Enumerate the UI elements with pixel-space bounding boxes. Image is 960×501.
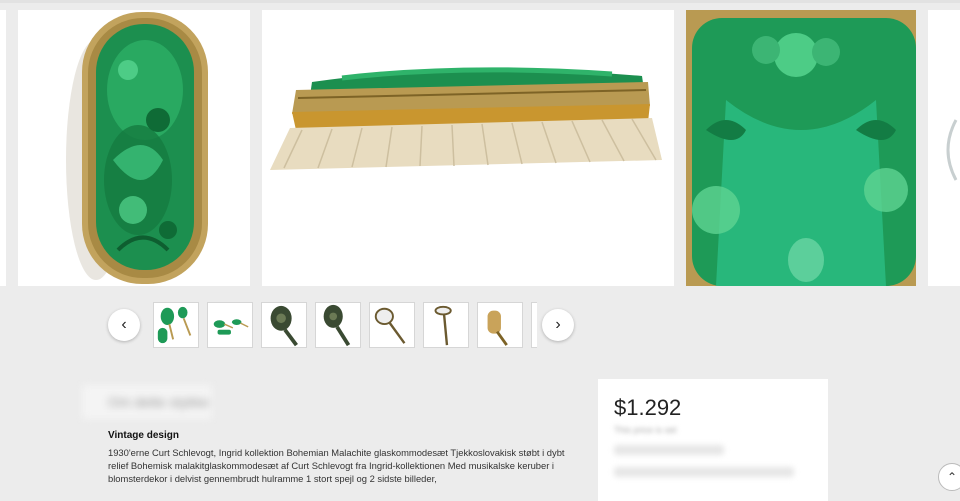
carousel-slide-mirror-detail[interactable] [686, 10, 916, 286]
price-value: $1.292 [614, 395, 682, 420]
partial-slide-image [928, 10, 960, 286]
chevron-up-icon: ⌃ [946, 470, 958, 484]
thumbnail-mirror-back-angle[interactable] [315, 302, 361, 348]
next-button[interactable]: › [542, 309, 574, 341]
thumbnail-set-flat[interactable] [207, 302, 253, 348]
thumbnail-image [374, 307, 406, 344]
thumbnail-image [487, 310, 508, 346]
thumbnail-mirror-back[interactable] [261, 302, 307, 348]
thumbnail-brush[interactable] [477, 302, 523, 348]
price-card: $1.292 This price is set [598, 379, 828, 501]
thumbnail-image [157, 306, 192, 344]
thumbnail-mirror-front[interactable] [369, 302, 415, 348]
image-carousel [0, 8, 960, 288]
thumbnail-image [213, 319, 249, 335]
blurred-line [614, 445, 724, 455]
brush-top-image [18, 10, 250, 286]
top-divider [0, 0, 960, 3]
thumbnail-partial[interactable] [531, 302, 537, 348]
floating-action-button[interactable]: ⌃ [938, 463, 960, 491]
carousel-slide-partial-left[interactable] [0, 10, 6, 286]
mirror-detail-image [686, 10, 916, 286]
brush-side-image [262, 10, 674, 286]
price-note: This price is set [614, 425, 677, 435]
thumbnail-set-overview[interactable] [153, 302, 199, 348]
thumbnail-image [323, 304, 351, 347]
blurred-line [614, 467, 794, 477]
about-heading: Om dette stykke [82, 385, 212, 419]
item-description: 1930'erne Curt Schlevogt, Ingrid kollekt… [108, 447, 565, 484]
about-heading-text: Om dette stykke [108, 394, 210, 410]
vintage-design-subheading: Vintage design [108, 430, 179, 441]
chevron-right-icon: › [555, 316, 561, 333]
thumbnail-strip: ‹ › [108, 300, 578, 350]
carousel-slide-brush-side[interactable] [262, 10, 674, 286]
chevron-left-icon: ‹ [121, 316, 127, 333]
carousel-slide-brush-top[interactable] [18, 10, 250, 286]
carousel-slide-partial-right[interactable] [928, 10, 960, 286]
thumbnail-mirror-glass[interactable] [423, 302, 469, 348]
thumbnail-image [270, 305, 298, 347]
previous-button[interactable]: ‹ [108, 309, 140, 341]
thumbnail-image [434, 305, 452, 346]
